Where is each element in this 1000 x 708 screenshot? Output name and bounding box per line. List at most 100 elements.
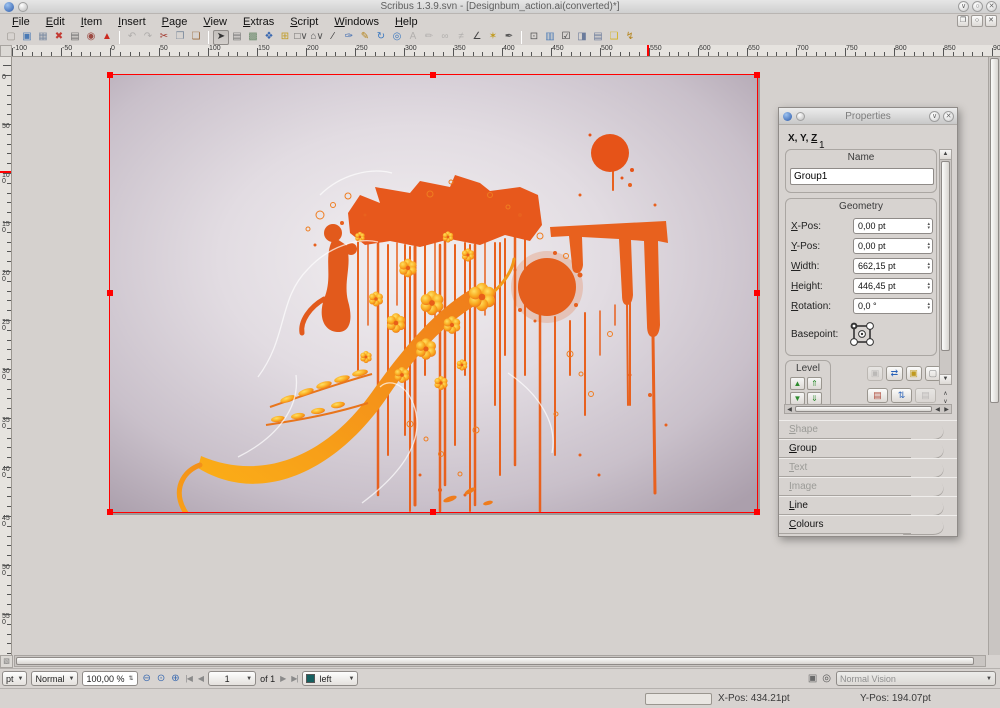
menu-edit[interactable]: Edit — [38, 16, 73, 28]
print-document[interactable]: ▤ — [67, 30, 83, 45]
rotate-item[interactable]: ↻ — [373, 30, 389, 45]
spinner-arrows-icon[interactable]: ▴▾ — [927, 299, 930, 313]
preview-eye-icon[interactable]: ◎ — [822, 673, 831, 684]
eye-dropper[interactable]: ✒ — [501, 30, 517, 45]
tab-xyz[interactable]: X, Y, Z — [788, 133, 817, 144]
measurements[interactable]: ∠ — [469, 30, 485, 45]
insert-image-frame[interactable]: ▩ — [245, 30, 261, 45]
scroll-left2-icon[interactable]: ◀ — [933, 406, 942, 413]
insert-shape[interactable]: □∨ — [293, 30, 309, 45]
cut[interactable]: ✂ — [156, 30, 172, 45]
selection-handle-bottom-right[interactable] — [754, 509, 760, 515]
quality-selector[interactable]: Normal▼ — [31, 671, 78, 686]
scroll-up-icon[interactable]: ▲ — [940, 150, 951, 160]
vertical-scrollbar[interactable] — [988, 57, 1000, 655]
raise-level[interactable]: ▲ — [790, 377, 805, 390]
insert-table[interactable]: ⊞ — [277, 30, 293, 45]
redo[interactable]: ↷ — [140, 30, 156, 45]
insert-render-frame[interactable]: ❖ — [261, 30, 277, 45]
selection-handle-top-center[interactable] — [430, 72, 436, 78]
menu-view[interactable]: View — [195, 16, 235, 28]
pdf-list-box[interactable]: ▤ — [590, 30, 606, 45]
palette-vertical-scrollbar[interactable]: ▲ ▼ — [939, 149, 952, 385]
spinbox[interactable]: 0,00 pt ▴▾ — [853, 238, 933, 254]
link-text-frames[interactable]: ∞ — [437, 30, 453, 45]
object-name-input[interactable] — [790, 168, 934, 185]
new-document[interactable]: ▢ — [3, 30, 19, 45]
pdf-text-field[interactable]: ▥ — [542, 30, 558, 45]
insert-polygon[interactable]: ⌂∨ — [309, 30, 325, 45]
page-selector[interactable]: 1▼ — [208, 671, 256, 686]
flip-vertical[interactable]: ⇅ — [891, 388, 912, 403]
menu-item[interactable]: Item — [73, 16, 110, 28]
select-item[interactable]: ➤ — [213, 30, 229, 45]
vertical-scrollbar-thumb[interactable] — [990, 58, 999, 403]
selection-handle-middle-left[interactable] — [107, 290, 113, 296]
menu-insert[interactable]: Insert — [110, 16, 154, 28]
last-page-button[interactable]: ▶| — [290, 674, 298, 683]
palette-horizontal-scrollbar[interactable]: ◀ ◀ ▶ — [784, 404, 952, 414]
spinbox[interactable]: 0,0 ° ▴▾ — [853, 298, 933, 314]
spinner-arrows-icon[interactable]: ▴▾ — [927, 239, 930, 253]
copy-properties[interactable]: ✶ — [485, 30, 501, 45]
paste[interactable]: ❏ — [188, 30, 204, 45]
menu-windows[interactable]: Windows — [326, 16, 387, 28]
palette-close-button[interactable]: ✕ — [943, 111, 954, 122]
pdf-checkbox[interactable]: ☑ — [558, 30, 574, 45]
palette-shade-button[interactable]: ∨ — [929, 111, 940, 122]
save-document[interactable]: ▦ — [35, 30, 51, 45]
lock-object[interactable]: ▣ — [906, 366, 922, 381]
copy[interactable]: ❐ — [172, 30, 188, 45]
menu-page[interactable]: Page — [154, 16, 196, 28]
artwork-image[interactable] — [110, 75, 757, 512]
vertical-ruler[interactable]: 050100150200250300350400450500550 — [0, 57, 12, 655]
selection-handle-middle-right[interactable] — [754, 290, 760, 296]
menu-extras[interactable]: Extras — [235, 16, 282, 28]
image-visible[interactable]: ▣ — [867, 366, 883, 381]
zoom-out-button[interactable]: ⊖ — [142, 673, 152, 684]
open-document[interactable]: ▣ — [19, 30, 35, 45]
spinner-arrows-icon[interactable]: ▴▾ — [927, 279, 930, 293]
ruler-origin-box[interactable] — [0, 45, 12, 57]
raise-to-top[interactable]: ⇑ — [807, 377, 822, 390]
selection-handle-top-left[interactable] — [107, 72, 113, 78]
spinbox[interactable]: 662,15 pt ▴▾ — [853, 258, 933, 274]
previous-page-button[interactable]: ◀ — [197, 674, 204, 683]
tab-group[interactable]: Group — [779, 439, 957, 458]
insert-freehand-line[interactable]: ✎ — [357, 30, 373, 45]
first-page-button[interactable]: |◀ — [185, 674, 193, 683]
edit-contents[interactable]: A — [405, 30, 421, 45]
vision-selector[interactable]: Normal Vision▼ — [836, 671, 996, 686]
insert-bezier-curve[interactable]: ✑ — [341, 30, 357, 45]
preflight-verifier[interactable]: ◉ — [83, 30, 99, 45]
insert-text-frame[interactable]: ▤ — [229, 30, 245, 45]
properties-titlebar[interactable]: Properties ∨ ✕ — [779, 108, 957, 125]
document-page[interactable] — [110, 75, 757, 512]
mdi-maximize-button[interactable]: ○ — [971, 15, 983, 27]
palette-hscroll-thumb[interactable] — [795, 406, 932, 412]
basepoint-selector[interactable] — [849, 321, 875, 347]
unlink-text-frames[interactable]: ≠ — [453, 30, 469, 45]
spinner-arrows-icon[interactable]: ▴▾ — [927, 259, 930, 273]
shade-window-button[interactable]: ∨ — [958, 1, 969, 12]
selection-handle-bottom-center[interactable] — [430, 509, 436, 515]
page-preview-toggle-icon[interactable]: ▧ — [0, 655, 13, 668]
mdi-close-button[interactable]: ✕ — [985, 15, 997, 27]
next-page-button[interactable]: ▶ — [279, 674, 286, 683]
spinner-arrows-icon[interactable]: ▴▾ — [927, 219, 930, 233]
story-editor[interactable]: ✏ — [421, 30, 437, 45]
horizontal-scrollbar[interactable] — [14, 655, 986, 667]
export-pdf[interactable]: ▲ — [99, 30, 115, 45]
pdf-link-annotation[interactable]: ↯ — [622, 30, 638, 45]
zoom[interactable]: ◎ — [389, 30, 405, 45]
spinbox[interactable]: 0,00 pt ▴▾ — [853, 218, 933, 234]
menu-help[interactable]: Help — [387, 16, 426, 28]
enable-printing[interactable]: ▤ — [867, 388, 888, 403]
palette-mini-spin[interactable]: ∧∨ — [940, 390, 951, 405]
tab-text[interactable]: Text — [779, 458, 957, 477]
palette-vscroll-thumb[interactable] — [941, 161, 950, 351]
spinbox[interactable]: 446,45 pt ▴▾ — [853, 278, 933, 294]
zoom-in-button[interactable]: ⊕ — [170, 673, 180, 684]
print-object[interactable]: ▤ — [915, 388, 936, 403]
tab-colours[interactable]: Colours — [779, 515, 957, 534]
